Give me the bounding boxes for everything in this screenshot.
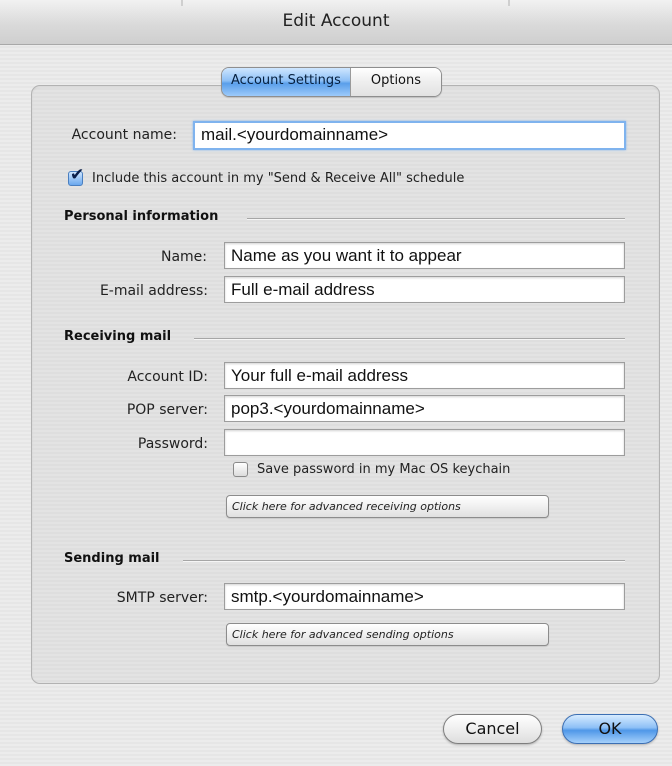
divider: [181, 0, 183, 6]
smtp-server-label: SMTP server:: [116, 590, 208, 606]
tab-account-settings[interactable]: Account Settings: [222, 68, 350, 96]
section-divider: [194, 338, 625, 340]
account-id-field[interactable]: Your full e-mail address: [224, 362, 625, 389]
email-label: E-mail address:: [99, 283, 208, 299]
advanced-sending-button[interactable]: Click here for advanced sending options: [226, 623, 549, 646]
email-field[interactable]: Full e-mail address: [224, 276, 625, 303]
account-name-field[interactable]: mail.<yourdomainname>: [193, 121, 626, 150]
account-id-label: Account ID:: [127, 369, 208, 385]
name-field[interactable]: Name as you want it to appear: [224, 242, 625, 269]
section-heading-receiving: Receiving mail: [64, 329, 172, 344]
tab-bar: Account Settings Options: [221, 67, 442, 97]
checkmark-icon: ✔: [70, 165, 85, 185]
window-title: Edit Account: [282, 11, 390, 31]
save-password-label: Save password in my Mac OS keychain: [257, 462, 511, 477]
cancel-button[interactable]: Cancel: [443, 714, 542, 744]
name-label: Name:: [160, 249, 207, 265]
title-bar: Edit Account: [0, 0, 672, 45]
advanced-receiving-button[interactable]: Click here for advanced receiving option…: [226, 495, 549, 518]
section-divider: [247, 218, 625, 220]
section-divider: [183, 560, 625, 562]
save-password-checkbox[interactable]: [233, 462, 248, 477]
pop-server-label: POP server:: [126, 402, 208, 418]
password-field[interactable]: [224, 429, 625, 456]
account-name-label: Account name:: [71, 127, 177, 143]
pop-server-field[interactable]: pop3.<yourdomainname>: [224, 395, 625, 422]
section-heading-personal: Personal information: [64, 209, 219, 224]
section-heading-sending: Sending mail: [64, 551, 160, 566]
include-schedule-checkbox[interactable]: ✔: [68, 165, 84, 186]
tab-options[interactable]: Options: [349, 68, 441, 96]
include-schedule-label: Include this account in my "Send & Recei…: [92, 171, 465, 186]
smtp-server-field[interactable]: smtp.<yourdomainname>: [224, 583, 625, 610]
divider: [508, 0, 510, 6]
password-label: Password:: [137, 436, 208, 452]
ok-button[interactable]: OK: [562, 714, 658, 744]
